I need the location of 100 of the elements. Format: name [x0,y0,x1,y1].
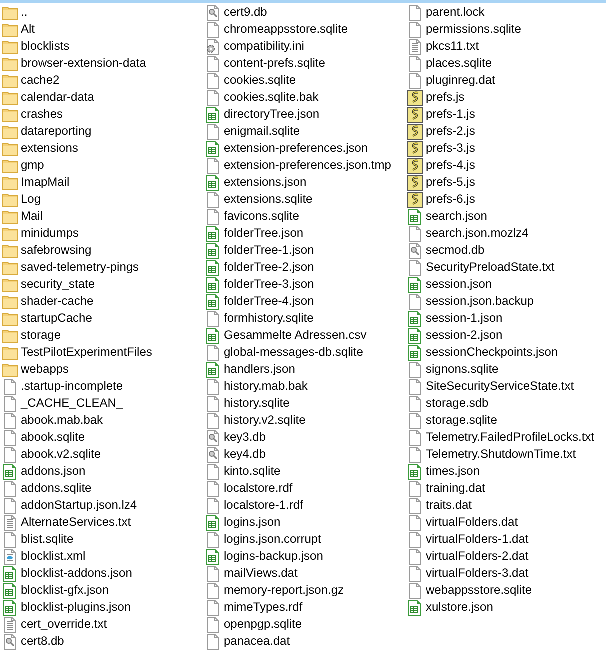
file-name[interactable]: session-1.json [426,310,503,327]
file-name[interactable]: storage [21,327,62,344]
file-name[interactable]: folderTree-3.json [224,276,314,293]
file-name[interactable]: secmod.db [426,242,485,259]
file-name[interactable]: virtualFolders-2.dat [426,548,529,565]
file-name[interactable]: handlers.json [224,361,296,378]
file-name[interactable]: enigmail.sqlite [224,123,300,140]
file-name[interactable]: .. [21,4,28,21]
file-name[interactable]: Alt [21,21,36,38]
file-name[interactable]: blocklist-addons.json [21,565,132,582]
file-name[interactable]: parent.lock [426,4,485,21]
file-name[interactable]: blocklist.xml [21,548,86,565]
file-name[interactable]: kinto.sqlite [224,463,281,480]
file-name[interactable]: crashes [21,106,64,123]
file-name[interactable]: cert8.db [21,633,64,650]
file-name[interactable]: directoryTree.json [224,106,320,123]
file-name[interactable]: extensions.json [224,174,307,191]
file-name[interactable]: times.json [426,463,480,480]
file-name[interactable]: search.json [426,208,488,225]
file-name[interactable]: extensions [21,140,78,157]
file-name[interactable]: session-2.json [426,327,503,344]
file-name[interactable]: Gesammelte Adressen.csv [224,327,367,344]
file-name[interactable]: webapps [21,361,70,378]
file-name[interactable]: cert9.db [224,4,268,21]
file-name[interactable]: SecurityPreloadState.txt [426,259,555,276]
file-name[interactable]: gmp [21,157,44,174]
file-name[interactable]: logins.json [224,514,281,531]
file-name[interactable]: mimeTypes.rdf [224,599,303,616]
file-name[interactable]: Log [21,191,42,208]
file-name[interactable]: favicons.sqlite [224,208,300,225]
file-name[interactable]: extensions.sqlite [224,191,313,208]
file-name[interactable]: xulstore.json [426,599,494,616]
file-name[interactable]: folderTree-2.json [224,259,314,276]
file-name[interactable]: traits.dat [426,497,472,514]
file-name[interactable]: folderTree-1.json [224,242,314,259]
file-name[interactable]: localstore-1.rdf [224,497,304,514]
file-name[interactable]: history.sqlite [224,395,290,412]
file-name[interactable]: places.sqlite [426,55,492,72]
file-name[interactable]: mailViews.dat [224,565,298,582]
file-name[interactable]: abook.sqlite [21,429,86,446]
file-name[interactable]: ImapMail [21,174,70,191]
file-name[interactable]: TestPilotExperimentFiles [21,344,152,361]
file-name[interactable]: addonStartup.json.lz4 [21,497,138,514]
file-name[interactable]: history.mab.bak [224,378,308,395]
file-name[interactable]: _CACHE_CLEAN_ [21,395,124,412]
file-name[interactable]: virtualFolders.dat [426,514,518,531]
file-name[interactable]: chromeappsstore.sqlite [224,21,348,38]
file-name[interactable]: datareporting [21,123,92,140]
file-name[interactable]: pkcs11.txt [426,38,480,55]
file-name[interactable]: folderTree-4.json [224,293,314,310]
file-name[interactable]: key4.db [224,446,266,463]
file-name[interactable]: SiteSecurityServiceState.txt [426,378,574,395]
file-name[interactable]: AlternateServices.txt [21,514,132,531]
file-name[interactable]: formhistory.sqlite [224,310,314,327]
file-name[interactable]: Telemetry.FailedProfileLocks.txt [426,429,595,446]
file-name[interactable]: panacea.dat [224,633,290,650]
file-name[interactable]: cookies.sqlite.bak [224,89,319,106]
file-name[interactable]: session.json.backup [426,293,534,310]
file-name[interactable]: addons.json [21,463,86,480]
file-name[interactable]: global-messages-db.sqlite [224,344,364,361]
file-name[interactable]: prefs-6.js [426,191,476,208]
file-name[interactable]: Telemetry.ShutdownTime.txt [426,446,576,463]
file-name[interactable]: key3.db [224,429,266,446]
file-name[interactable]: addons.sqlite [21,480,92,497]
file-name[interactable]: webappsstore.sqlite [426,582,532,599]
file-name[interactable]: abook.mab.bak [21,412,104,429]
file-name[interactable]: saved-telemetry-pings [21,259,140,276]
file-name[interactable]: .startup-incomplete [21,378,124,395]
file-name[interactable]: logins-backup.json [224,548,324,565]
file-name[interactable]: folderTree.json [224,225,304,242]
file-name[interactable]: prefs-3.js [426,140,476,157]
file-name[interactable]: abook.v2.sqlite [21,446,102,463]
file-name[interactable]: shader-cache [21,293,94,310]
file-name[interactable]: content-prefs.sqlite [224,55,326,72]
file-name[interactable]: prefs-2.js [426,123,476,140]
file-name[interactable]: storage.sdb [426,395,489,412]
file-name[interactable]: minidumps [21,225,80,242]
file-name[interactable]: history.v2.sqlite [224,412,306,429]
file-name[interactable]: security_state [21,276,96,293]
file-name[interactable]: permissions.sqlite [426,21,522,38]
file-name[interactable]: virtualFolders-1.dat [426,531,529,548]
file-name[interactable]: prefs-4.js [426,157,476,174]
file-name[interactable]: cache2 [21,72,60,89]
file-name[interactable]: compatibility.ini [224,38,304,55]
file-name[interactable]: calendar-data [21,89,94,106]
file-name[interactable]: training.dat [426,480,486,497]
file-name[interactable]: startupCache [21,310,92,327]
file-name[interactable]: session.json [426,276,492,293]
file-name[interactable]: localstore.rdf [224,480,293,497]
file-name[interactable]: storage.sqlite [426,412,498,429]
file-name[interactable]: signons.sqlite [426,361,499,378]
file-name[interactable]: blocklist-gfx.json [21,582,110,599]
file-name[interactable]: prefs-5.js [426,174,476,191]
file-name[interactable]: blocklists [21,38,70,55]
file-name[interactable]: blist.sqlite [21,531,74,548]
file-name[interactable]: sessionCheckpoints.json [426,344,558,361]
file-name[interactable]: extension-preferences.json.tmp [224,157,392,174]
file-name[interactable]: Mail [21,208,44,225]
file-name[interactable]: safebrowsing [21,242,92,259]
file-name[interactable]: search.json.mozlz4 [426,225,529,242]
